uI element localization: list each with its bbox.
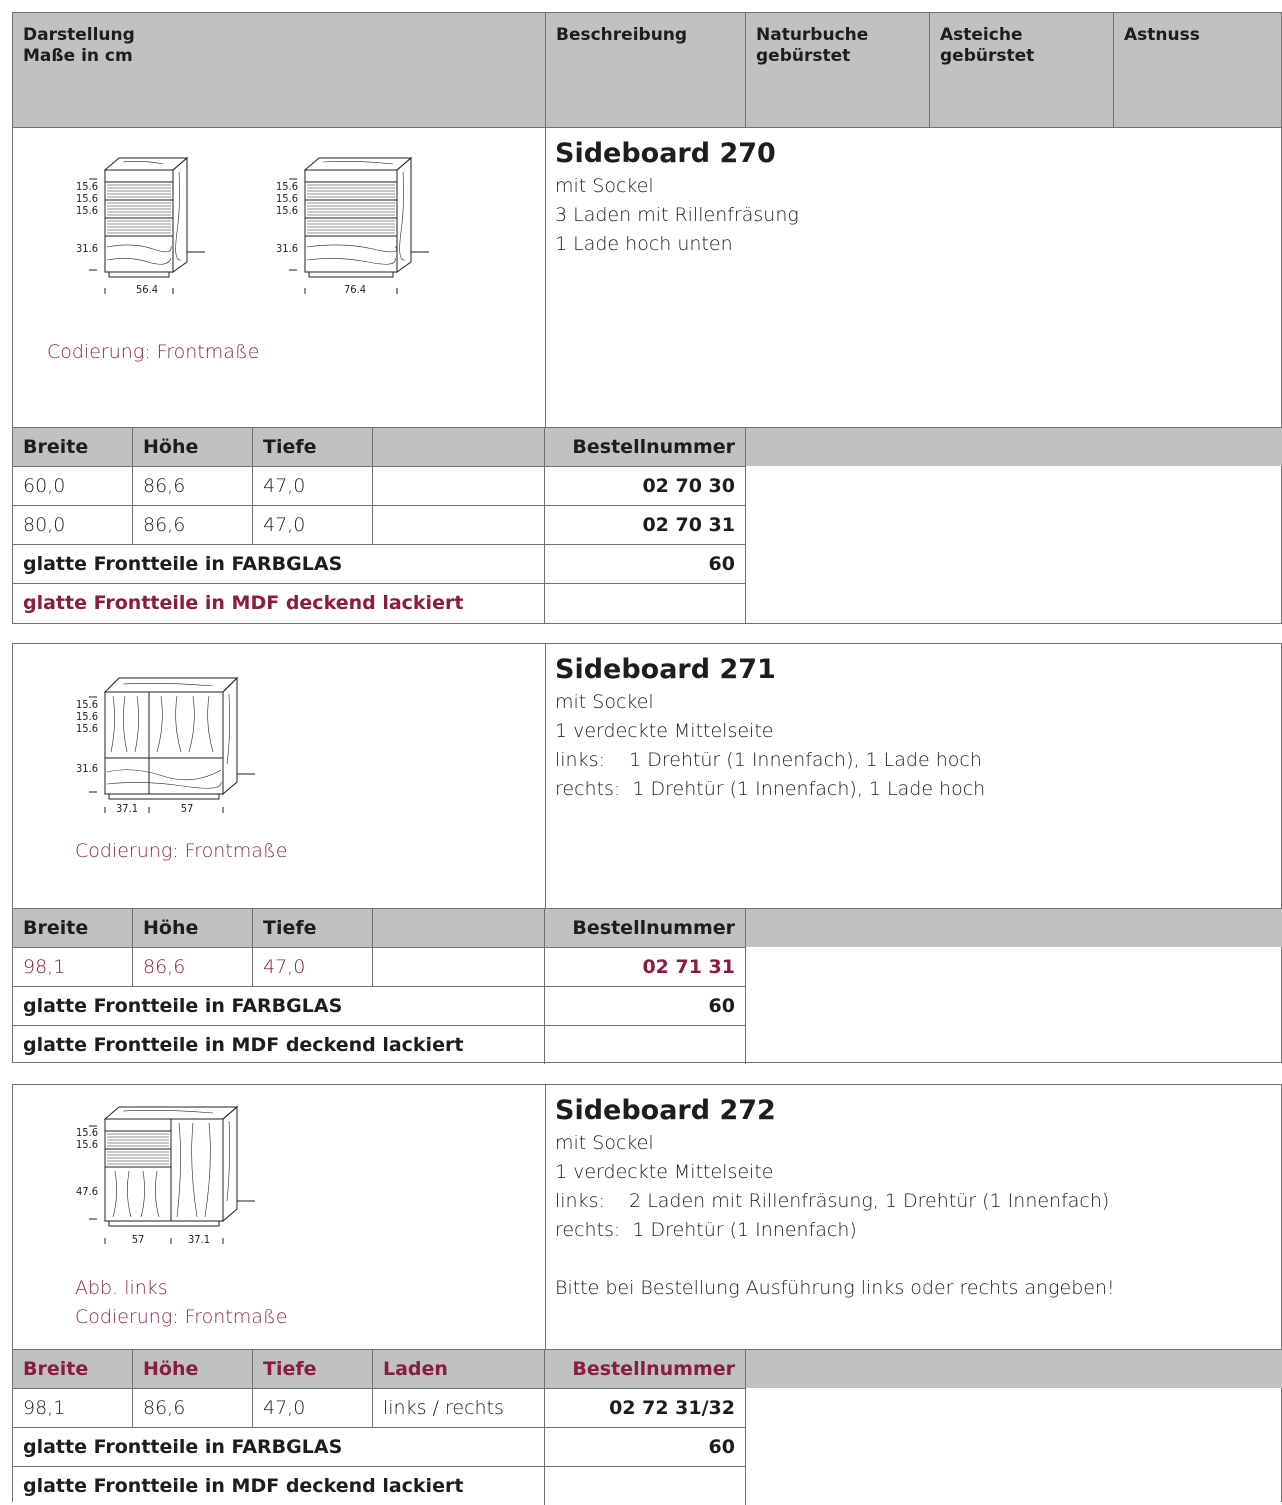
header-naturbuche: Naturbuche gebürstet <box>745 13 929 127</box>
svg-text:57: 57 <box>181 802 194 815</box>
table-row: 80,0 86,6 47,0 02 70 31 <box>13 505 746 544</box>
svg-text:56.4: 56.4 <box>136 283 158 296</box>
product-description: mit Sockel 1 verdeckte Mittelseite links… <box>555 691 986 800</box>
header-asteiche: Asteiche gebürstet <box>929 13 1113 127</box>
svg-text:47.6: 47.6 <box>76 1185 98 1198</box>
table-header-row: Breite Höhe Tiefe Bestellnummer <box>13 427 1282 466</box>
coding-note: Codierung: Frontmaße <box>75 840 288 862</box>
sideboard-drawing-60: 15.6 15.6 15.6 31.6 56.4 <box>76 156 205 296</box>
header-astnuss: Astnuss <box>1113 13 1282 127</box>
sideboard-drawing-98-left: 15.6 15.6 47.6 57 37.1 <box>76 1105 255 1246</box>
table-row: 60,0 86,6 47,0 02 70 30 <box>13 466 746 505</box>
svg-text:15.6: 15.6 <box>76 722 98 735</box>
product-title: Sideboard 270 <box>555 138 776 169</box>
farbglas-row: glatte Frontteile in FARBGLAS 60 <box>13 544 746 583</box>
header-beschreibung: Beschreibung <box>545 13 745 127</box>
svg-text:37.1: 37.1 <box>188 1233 210 1246</box>
coding-note: Codierung: Frontmaße <box>75 1306 288 1328</box>
section-sideboard-270: Sideboard 270 mit Sockel 3 Laden mit Ril… <box>12 127 1282 624</box>
section-sideboard-271: Sideboard 271 mit Sockel 1 verdeckte Mit… <box>12 643 1282 1064</box>
product-title: Sideboard 271 <box>555 654 776 685</box>
product-description: mit Sockel 1 verdeckte Mittelseite links… <box>555 1132 1115 1299</box>
abb-note: Abb. links <box>75 1277 168 1299</box>
mdf-row: glatte Frontteile in MDF deckend lackier… <box>13 583 746 624</box>
product-title: Sideboard 272 <box>555 1095 776 1126</box>
sideboard-drawing-80: 15.6 15.6 15.6 31.6 76.4 <box>276 156 429 296</box>
svg-text:37.1: 37.1 <box>116 802 138 815</box>
sideboard-drawing-98: 15.6 15.6 15.6 31.6 37.1 57 <box>76 676 255 815</box>
table-row: 98,1 86,6 47,0 02 71 31 <box>13 947 746 986</box>
svg-text:31.6: 31.6 <box>76 762 98 775</box>
svg-text:31.6: 31.6 <box>76 242 98 255</box>
svg-text:15.6: 15.6 <box>76 204 98 217</box>
farbglas-row: glatte Frontteile in FARBGLAS 60 <box>13 1427 746 1466</box>
section-sideboard-272: Sideboard 272 mit Sockel 1 verdeckte Mit… <box>12 1084 1282 1505</box>
farbglas-row: glatte Frontteile in FARBGLAS 60 <box>13 986 746 1025</box>
table-header-row: Breite Höhe Tiefe Laden Bestellnummer <box>13 1349 1282 1388</box>
header-darstellung: Darstellung Maße in cm <box>23 25 135 66</box>
mdf-row: glatte Frontteile in MDF deckend lackier… <box>13 1466 746 1505</box>
mdf-row: glatte Frontteile in MDF deckend lackier… <box>13 1025 746 1064</box>
svg-text:76.4: 76.4 <box>344 283 366 296</box>
svg-text:15.6: 15.6 <box>276 204 298 217</box>
svg-text:15.6: 15.6 <box>76 1138 98 1151</box>
table-row: 98,1 86,6 47,0 links / rechts 02 72 31/3… <box>13 1388 746 1427</box>
table-header: Darstellung Maße in cm Beschreibung Natur… <box>12 12 1282 128</box>
table-header-row: Breite Höhe Tiefe Bestellnummer <box>13 908 1282 947</box>
coding-note: Codierung: Frontmaße <box>47 341 260 363</box>
product-description: mit Sockel 3 Laden mit Rillenfräsung 1 L… <box>555 175 799 255</box>
svg-text:31.6: 31.6 <box>276 242 298 255</box>
svg-text:57: 57 <box>132 1233 145 1246</box>
